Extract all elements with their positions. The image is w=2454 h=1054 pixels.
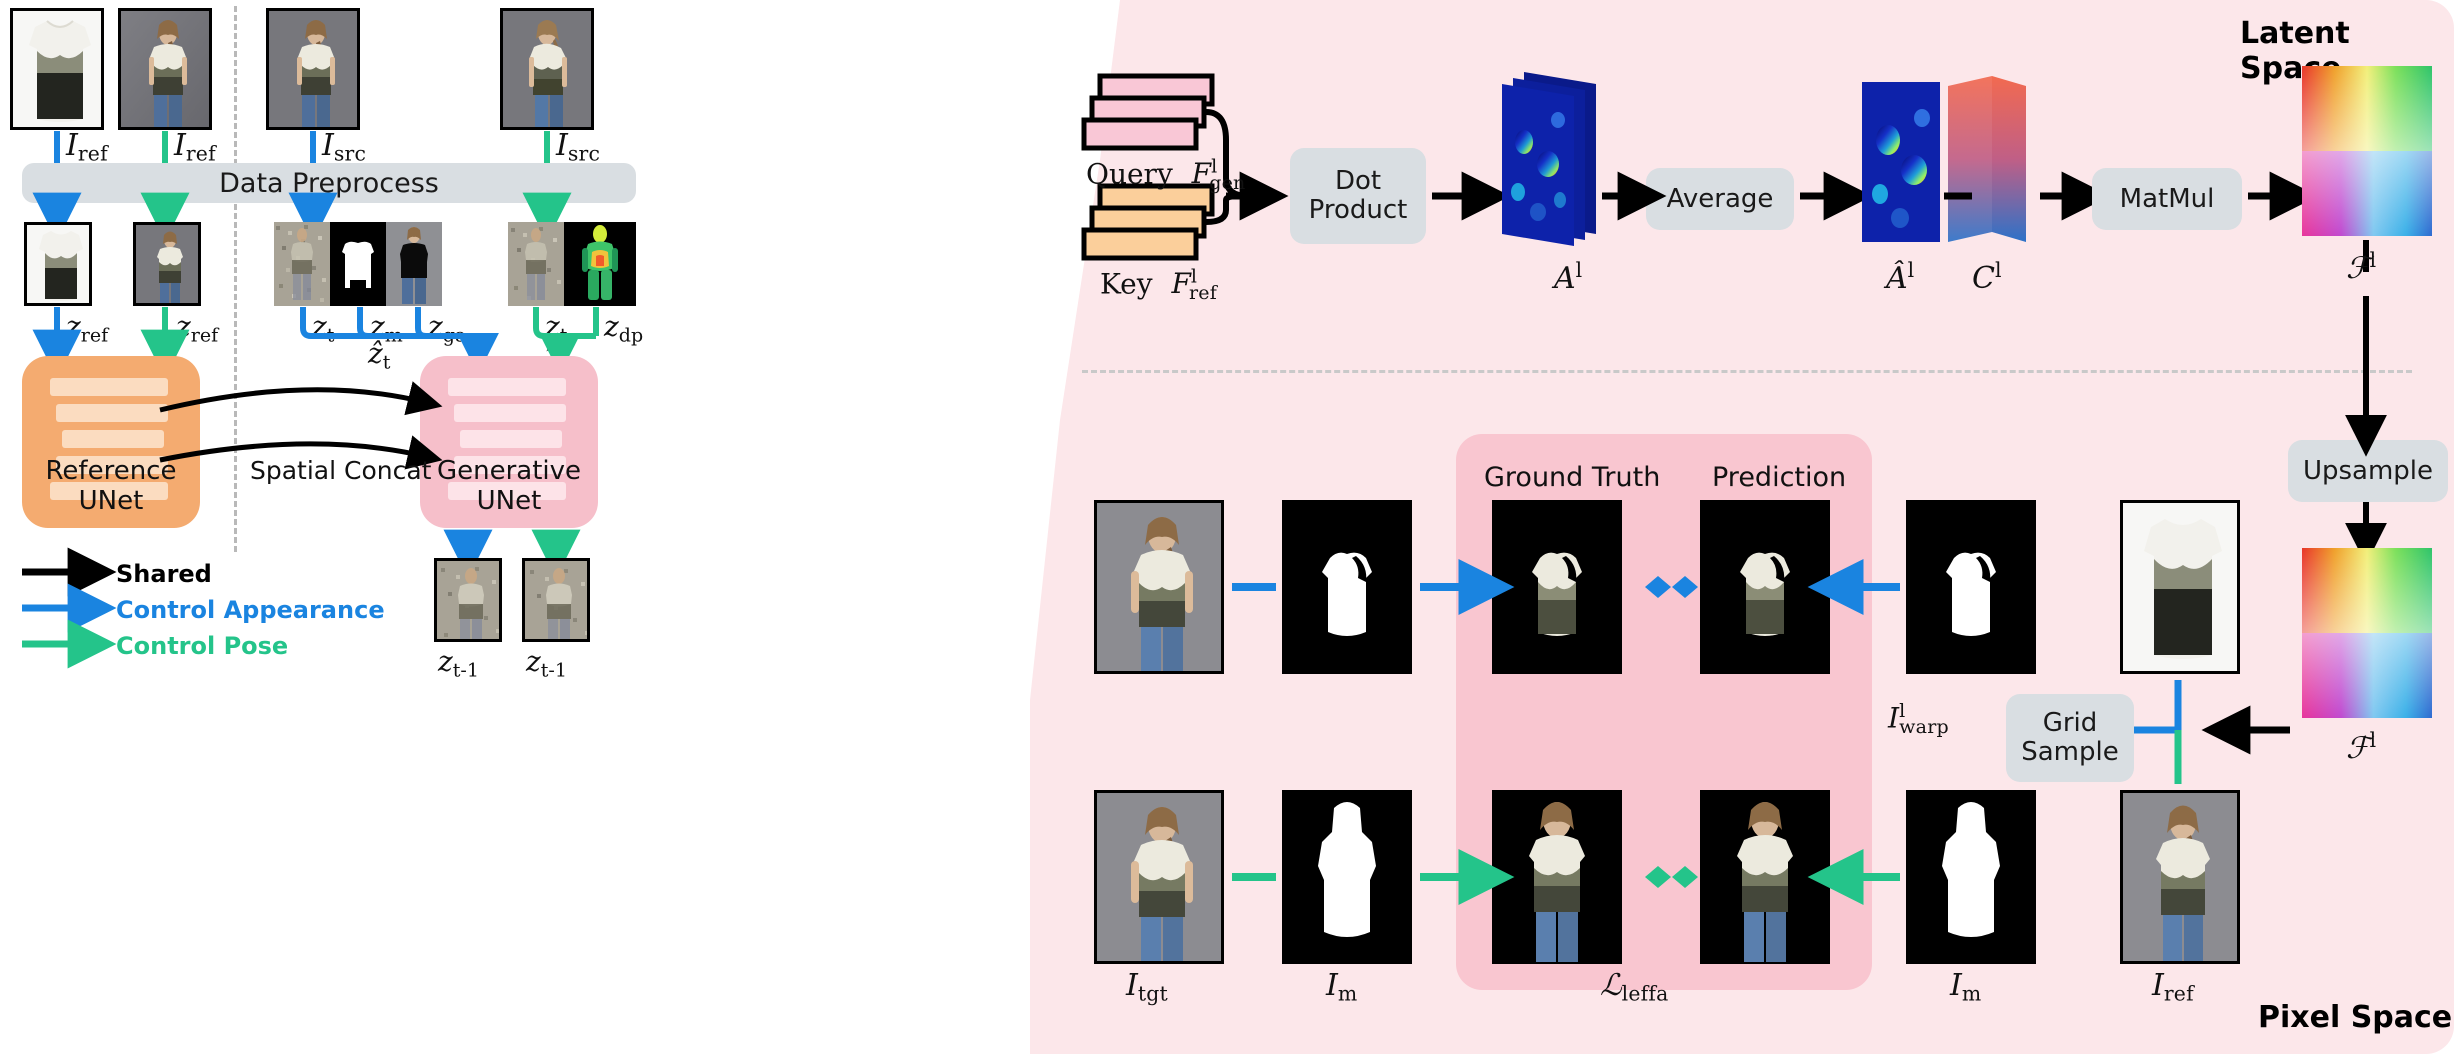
label-loss-leffa: ℒleffa <box>1600 968 1669 1006</box>
grid-sample-line2: Sample <box>2021 737 2119 767</box>
label-i-ref-right: Iref <box>2152 968 2194 1006</box>
grid-sample-box: Grid Sample <box>2006 694 2134 782</box>
grid-sample-line1: Grid <box>2042 708 2098 739</box>
pixel-space-arrows <box>1232 559 2290 905</box>
label-i-m-right: Im <box>1950 968 1982 1006</box>
label-i-tgt: Itgt <box>1126 968 1168 1006</box>
label-i-m-left: Im <box>1326 968 1358 1006</box>
label-i-warp: Ilwarp <box>1888 700 1949 738</box>
